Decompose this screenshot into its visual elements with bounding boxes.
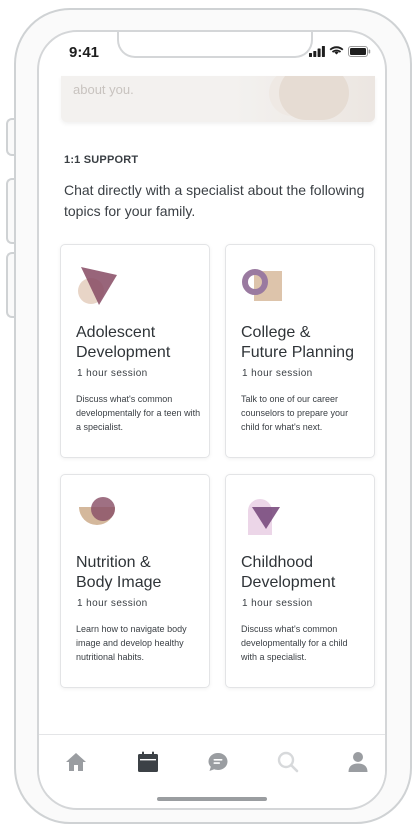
tab-profile[interactable] <box>345 749 371 775</box>
session-length: 1 hour session <box>242 598 313 609</box>
ring-square-icon <box>242 269 282 301</box>
search-icon <box>277 751 299 773</box>
signal-icon <box>309 46 325 57</box>
card-title-line: Development <box>241 574 336 591</box>
profile-icon <box>348 752 368 772</box>
section-label: 1:1 SUPPORT <box>64 154 139 166</box>
hero-banner[interactable]: about you. <box>61 76 375 122</box>
card-description: Learn how to navigate body image and dev… <box>76 624 187 662</box>
tab-home[interactable] <box>63 749 89 775</box>
status-bar: 9:41 <box>39 32 385 76</box>
card-description: Discuss what's common developmentally fo… <box>76 394 201 432</box>
home-icon <box>66 753 86 771</box>
card-title: College & Future Planning <box>241 323 371 363</box>
session-length: 1 hour session <box>77 598 148 609</box>
hero-photo <box>235 76 375 122</box>
triangle-arch-icon <box>248 499 280 535</box>
session-length: 1 hour session <box>242 368 313 379</box>
calendar-icon <box>138 751 158 772</box>
tab-bar <box>39 734 385 795</box>
chat-icon <box>208 753 228 771</box>
hero-caption: about you. <box>73 82 134 97</box>
section-intro: Chat directly with a specialist about th… <box>64 182 365 219</box>
hero-photo-hand <box>279 76 349 120</box>
notch <box>117 32 313 58</box>
half-circle-icon <box>79 497 115 525</box>
home-indicator[interactable] <box>157 797 267 801</box>
card-title-line: Development <box>76 344 171 361</box>
triangle-circle-icon <box>78 267 117 305</box>
card-description: Talk to one of our career counselors to … <box>241 394 349 432</box>
card-title-line: Nutrition & <box>76 554 151 571</box>
tab-chat[interactable] <box>205 749 231 775</box>
card-title-line: Future Planning <box>241 344 354 361</box>
card-title: Adolescent Development <box>76 323 206 363</box>
card-title-line: College & <box>241 324 311 341</box>
wifi-icon <box>329 46 344 55</box>
card-title-line: Body Image <box>76 574 162 591</box>
card-title-line: Adolescent <box>76 324 156 341</box>
tab-calendar[interactable] <box>135 749 161 775</box>
tab-search[interactable] <box>275 749 301 775</box>
battery-icon <box>348 46 371 57</box>
session-length: 1 hour session <box>77 368 148 379</box>
card-childhood-development[interactable]: Childhood Development 1 hour session Dis… <box>225 474 375 688</box>
card-nutrition-body-image[interactable]: Nutrition & Body Image 1 hour session Le… <box>60 474 210 688</box>
status-time: 9:41 <box>69 44 100 61</box>
card-college-future-planning[interactable]: College & Future Planning 1 hour session… <box>225 244 375 458</box>
card-title-line: Childhood <box>241 554 314 571</box>
card-title: Childhood Development <box>241 553 371 593</box>
app-screen: 9:41 about you. 1:1 SUPPORT Chat directl… <box>37 30 387 810</box>
card-adolescent-development[interactable]: Adolescent Development 1 hour session Di… <box>60 244 210 458</box>
status-icons <box>309 46 371 57</box>
card-title: Nutrition & Body Image <box>76 553 206 593</box>
card-description: Discuss what's common developmentally fo… <box>241 624 348 662</box>
